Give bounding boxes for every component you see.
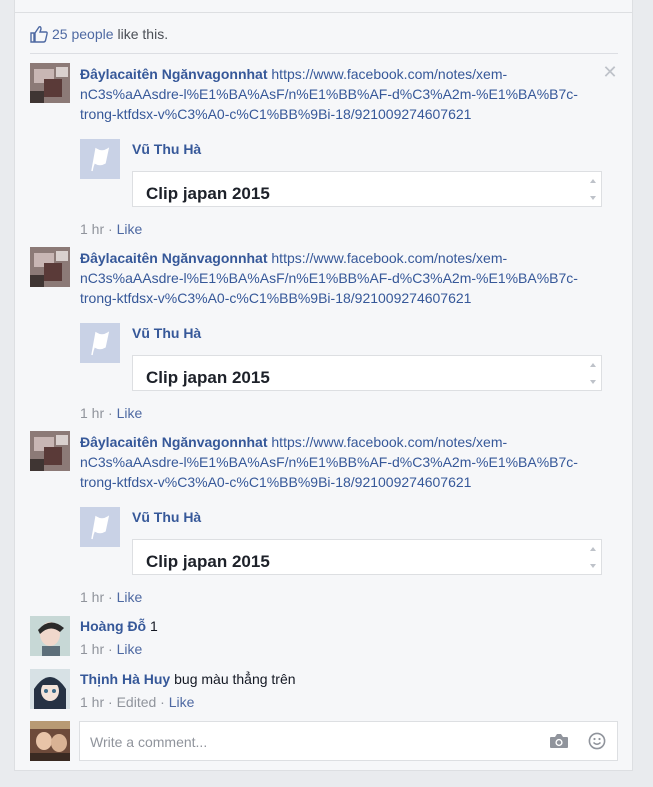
note-title: Clip japan 2015 bbox=[146, 184, 270, 203]
smiley-icon[interactable] bbox=[588, 732, 606, 750]
comment-meta: 1 hr · Like bbox=[80, 221, 143, 237]
comment-composer[interactable] bbox=[79, 721, 618, 762]
comment-body: Đâylacaitên Ngănvagonnhat https://www.fa… bbox=[80, 64, 610, 124]
comment-body: Thịnh Hà Huy bug màu thẳng trên bbox=[80, 669, 610, 689]
camera-icon[interactable] bbox=[549, 733, 569, 749]
timestamp[interactable]: 1 hr bbox=[80, 405, 104, 421]
flag-icon bbox=[80, 139, 120, 179]
scrollbar[interactable] bbox=[585, 540, 601, 574]
timestamp[interactable]: 1 hr bbox=[80, 589, 104, 605]
like-link[interactable]: Like bbox=[169, 694, 195, 710]
likes-count-link[interactable]: 25 people bbox=[52, 26, 114, 42]
scrollbar[interactable] bbox=[585, 172, 601, 206]
comment-body: Đâylacaitên Ngănvagonnhat https://www.fa… bbox=[80, 248, 610, 308]
flag-icon bbox=[80, 323, 120, 363]
avatar[interactable] bbox=[30, 616, 70, 656]
note-preview[interactable]: Clip japan 2015 bbox=[132, 539, 602, 575]
comment-author-link[interactable]: Hoàng Đỗ bbox=[80, 618, 146, 634]
avatar[interactable] bbox=[30, 431, 70, 471]
comment-text: 1 bbox=[150, 618, 158, 634]
comment-meta: 1 hr · Like bbox=[80, 405, 143, 421]
comment-author-link[interactable]: Thịnh Hà Huy bbox=[80, 671, 170, 687]
comment-author-link[interactable]: Đâylacaitên Ngănvagonnhat bbox=[80, 66, 268, 82]
comment-author-link[interactable]: Đâylacaitên Ngănvagonnhat bbox=[80, 250, 268, 266]
avatar[interactable] bbox=[30, 669, 70, 709]
divider bbox=[14, 12, 633, 13]
close-icon[interactable]: ✕ bbox=[602, 63, 618, 81]
comment-text: bug màu thẳng trên bbox=[174, 671, 296, 687]
shared-author-link[interactable]: Vũ Thu Hà bbox=[132, 139, 201, 159]
timestamp[interactable]: 1 hr bbox=[80, 221, 104, 237]
note-preview[interactable]: Clip japan 2015 bbox=[132, 355, 602, 391]
like-link[interactable]: Like bbox=[117, 589, 143, 605]
avatar[interactable] bbox=[30, 247, 70, 287]
shared-author-link[interactable]: Vũ Thu Hà bbox=[132, 507, 201, 527]
comment-body: Hoàng Đỗ 1 bbox=[80, 616, 610, 636]
note-title: Clip japan 2015 bbox=[146, 368, 270, 387]
scrollbar[interactable] bbox=[585, 356, 601, 390]
divider bbox=[30, 53, 618, 54]
like-link[interactable]: Like bbox=[117, 405, 143, 421]
like-link[interactable]: Like bbox=[117, 641, 143, 657]
likes-summary: 25 people like this. bbox=[30, 24, 168, 44]
note-preview[interactable]: Clip japan 2015 bbox=[132, 171, 602, 207]
shared-author-link[interactable]: Vũ Thu Hà bbox=[132, 323, 201, 343]
flag-icon bbox=[80, 507, 120, 547]
comment-body: Đâylacaitên Ngănvagonnhat https://www.fa… bbox=[80, 432, 610, 492]
avatar[interactable] bbox=[30, 721, 70, 761]
comment-input[interactable] bbox=[88, 722, 532, 762]
comment-meta: 1 hr · Edited · Like bbox=[80, 694, 195, 710]
avatar[interactable] bbox=[30, 63, 70, 103]
edited-label[interactable]: Edited bbox=[117, 694, 157, 710]
likes-suffix: like this. bbox=[117, 26, 169, 42]
thumbs-up-icon[interactable] bbox=[30, 25, 48, 43]
comment-meta: 1 hr · Like bbox=[80, 589, 143, 605]
timestamp[interactable]: 1 hr bbox=[80, 694, 104, 710]
comment-author-link[interactable]: Đâylacaitên Ngănvagonnhat bbox=[80, 434, 268, 450]
note-title: Clip japan 2015 bbox=[146, 552, 270, 571]
timestamp[interactable]: 1 hr bbox=[80, 641, 104, 657]
comment-meta: 1 hr · Like bbox=[80, 641, 143, 657]
like-link[interactable]: Like bbox=[117, 221, 143, 237]
